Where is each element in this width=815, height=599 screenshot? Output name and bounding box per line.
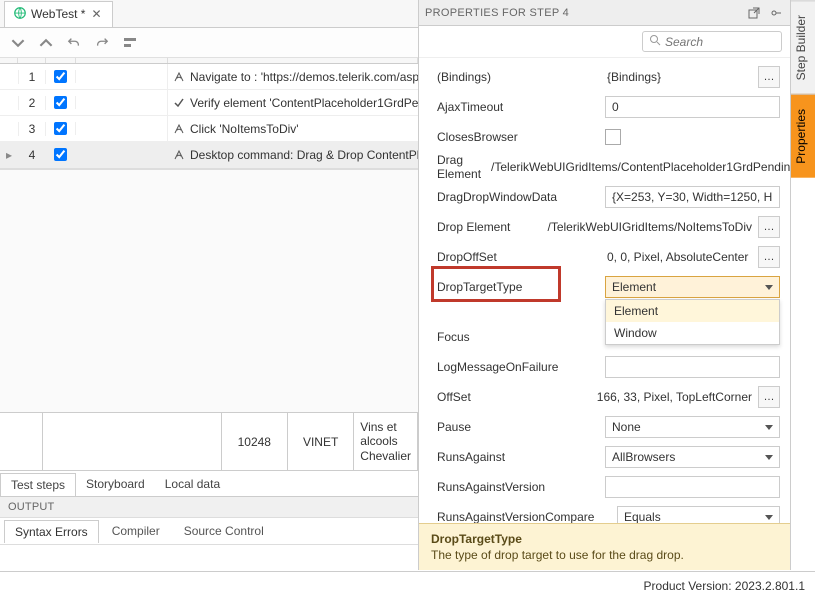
dropdown-option-element[interactable]: Element — [606, 300, 779, 322]
properties-search-bar — [419, 26, 790, 58]
preview-cell: 10248 — [222, 413, 288, 470]
product-version-label: Product Version: — [644, 579, 732, 593]
dropdown-option-window[interactable]: Window — [606, 322, 779, 344]
step-checkbox[interactable] — [54, 122, 67, 135]
navigate-icon — [170, 149, 188, 161]
collapse-down-icon[interactable] — [8, 33, 28, 53]
step-row[interactable]: 2 Verify element 'ContentPlaceholder1Grd… — [0, 90, 418, 116]
properties-title: PROPERTIES FOR STEP 4 — [425, 7, 740, 19]
document-tab[interactable]: WebTest * ✕ — [4, 1, 113, 27]
steps-empty-area — [0, 169, 418, 412]
left-bottom-tabs: Test steps Storyboard Local data — [0, 470, 418, 496]
drop-target-type-dropdown: Element Window — [605, 299, 780, 345]
navigate-icon — [170, 71, 188, 83]
left-pane: 1 Navigate to : 'https://demos.telerik.c… — [0, 58, 418, 570]
step-row[interactable]: ▸ 4 Desktop command: Drag & Drop Content… — [0, 142, 418, 168]
current-step-marker: ▸ — [0, 148, 18, 162]
tab-compiler[interactable]: Compiler — [101, 519, 171, 543]
tab-storyboard[interactable]: Storyboard — [76, 473, 155, 495]
search-input-wrap[interactable] — [642, 31, 782, 52]
tab-step-builder[interactable]: Step Builder — [791, 0, 815, 94]
properties-header: PROPERTIES FOR STEP 4 — [419, 0, 790, 26]
step-checkbox[interactable] — [54, 148, 67, 161]
tab-local-data[interactable]: Local data — [155, 473, 230, 495]
test-steps-grid: 1 Navigate to : 'https://demos.telerik.c… — [0, 58, 418, 169]
search-input[interactable] — [665, 35, 765, 49]
preview-cell: Vins et alcools Chevalier — [354, 413, 418, 470]
output-tabs: Syntax Errors Compiler Source Control — [0, 518, 418, 544]
output-title: OUTPUT — [0, 497, 418, 518]
undo-icon[interactable] — [64, 33, 84, 53]
preview-cell: VINET — [288, 413, 354, 470]
output-panel: OUTPUT Syntax Errors Compiler Source Con… — [0, 496, 418, 570]
step-checkbox[interactable] — [54, 70, 67, 83]
collapse-up-icon[interactable] — [36, 33, 56, 53]
step-checkbox[interactable] — [54, 96, 67, 109]
right-vertical-tabs: Step Builder Properties — [790, 0, 815, 570]
navigate-icon — [170, 123, 188, 135]
globe-icon — [13, 6, 27, 23]
product-version-value: 2023.2.801.1 — [735, 579, 805, 593]
tab-test-steps[interactable]: Test steps — [0, 473, 76, 496]
step-row[interactable]: 1 Navigate to : 'https://demos.telerik.c… — [0, 64, 418, 90]
pin-icon[interactable] — [768, 5, 784, 21]
popout-icon[interactable] — [746, 5, 762, 21]
customize-icon[interactable] — [120, 33, 140, 53]
tab-source-control[interactable]: Source Control — [173, 519, 275, 543]
check-icon — [170, 97, 188, 109]
search-icon — [649, 34, 661, 49]
data-preview-row: 10248 VINET Vins et alcools Chevalier — [0, 412, 418, 470]
redo-icon[interactable] — [92, 33, 112, 53]
step-row[interactable]: 3 Click 'NoItemsToDiv' — [0, 116, 418, 142]
status-bar: Product Version: 2023.2.801.1 — [0, 571, 815, 599]
document-tab-label: WebTest * — [31, 7, 85, 21]
tab-properties[interactable]: Properties — [791, 94, 815, 178]
tab-syntax-errors[interactable]: Syntax Errors — [4, 520, 99, 543]
close-icon[interactable]: ✕ — [89, 7, 103, 21]
